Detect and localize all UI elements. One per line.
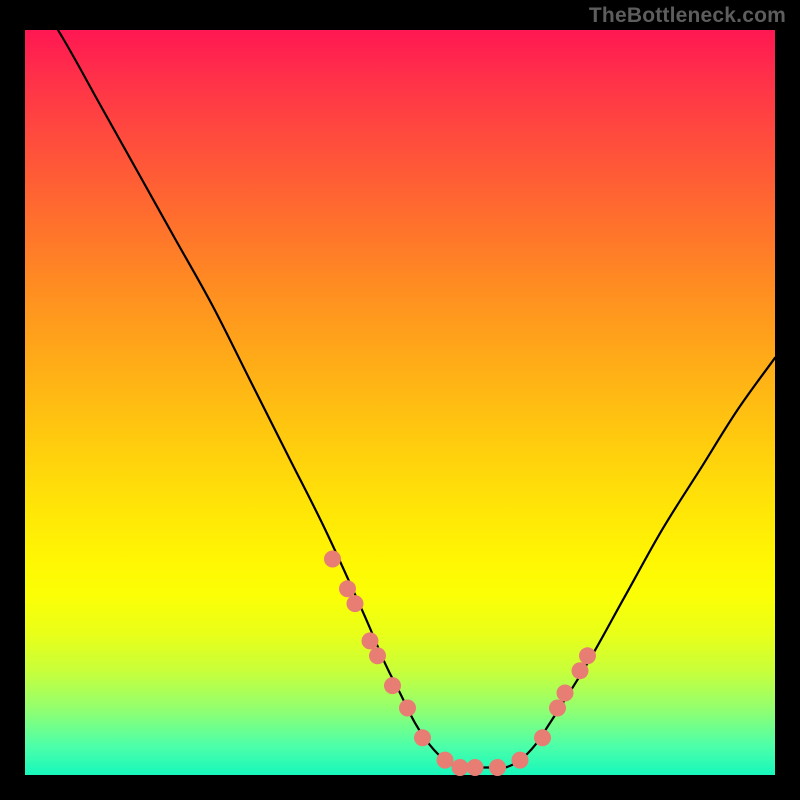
highlight-dot xyxy=(399,700,416,717)
highlight-dot xyxy=(362,632,379,649)
curve-svg xyxy=(25,30,775,775)
highlight-dot xyxy=(534,729,551,746)
highlight-dot xyxy=(512,752,529,769)
highlight-dot xyxy=(467,759,484,776)
highlight-dot xyxy=(414,729,431,746)
plot-area xyxy=(25,30,775,775)
highlight-dot xyxy=(324,551,341,568)
highlight-dot xyxy=(557,685,574,702)
highlight-dot xyxy=(549,700,566,717)
marker-group xyxy=(324,551,596,777)
highlight-dot xyxy=(437,752,454,769)
bottleneck-curve-path xyxy=(25,0,775,768)
highlight-dot xyxy=(347,595,364,612)
highlight-dot xyxy=(369,647,386,664)
chart-frame: TheBottleneck.com xyxy=(0,0,800,800)
highlight-dot xyxy=(572,662,589,679)
highlight-dot xyxy=(384,677,401,694)
highlight-dot xyxy=(579,647,596,664)
highlight-dot xyxy=(339,580,356,597)
highlight-dot xyxy=(452,759,469,776)
highlight-dot xyxy=(489,759,506,776)
watermark-label: TheBottleneck.com xyxy=(589,4,786,28)
